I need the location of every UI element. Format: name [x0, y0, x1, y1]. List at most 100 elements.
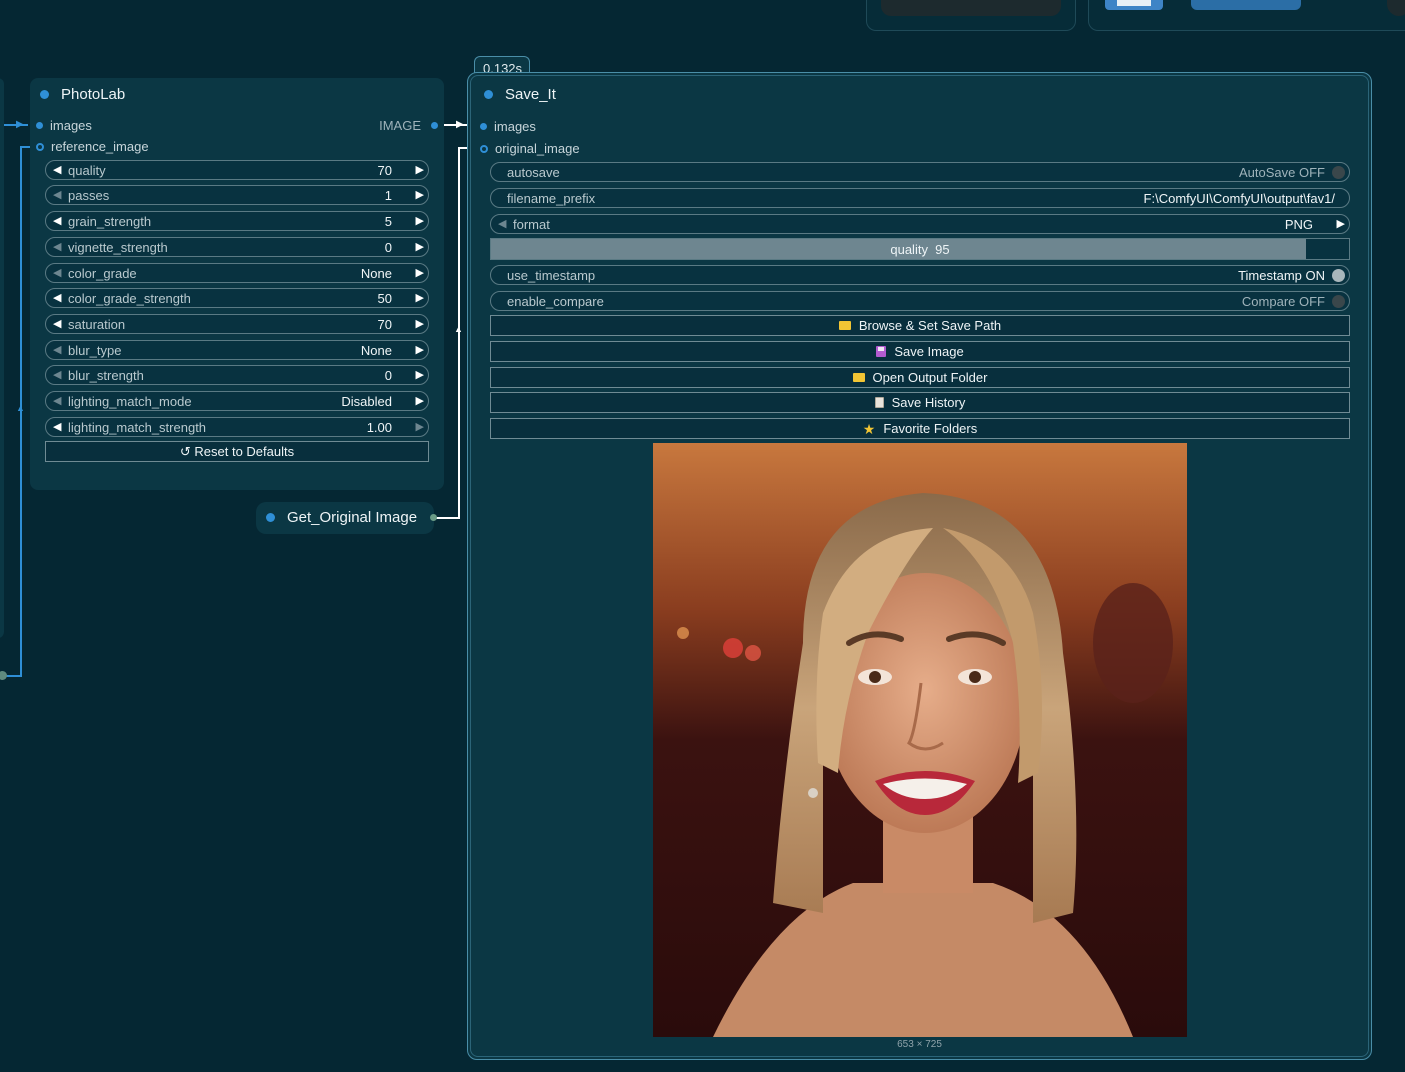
widget-color-grade[interactable]: ◀ color_grade None ▶: [45, 263, 429, 283]
slider-value: 95: [935, 242, 950, 257]
increment-icon[interactable]: ▶: [416, 291, 424, 304]
top-blue-button[interactable]: [1191, 0, 1301, 10]
node-status-dot: [40, 90, 49, 99]
button-label: Save Image: [894, 344, 964, 359]
increment-icon[interactable]: ▶: [416, 266, 424, 279]
button-label: Browse & Set Save Path: [858, 318, 1002, 333]
get-original-title[interactable]: Get_Original Image: [266, 509, 417, 526]
save-it-node[interactable]: Save_It images original_image autosave A…: [467, 72, 1372, 1060]
increment-icon[interactable]: ▶: [416, 343, 424, 356]
input-slot-original-image[interactable]: original_image: [480, 141, 580, 156]
input-slot-reference-image[interactable]: reference_image: [36, 139, 149, 154]
open-folder-icon: [852, 373, 865, 382]
widget-lighting-match-strength[interactable]: ◀ lighting_match_strength 1.00 ▶: [45, 417, 429, 437]
widget-label: format: [513, 217, 550, 232]
decrement-icon[interactable]: ◀: [53, 266, 61, 279]
increment-icon[interactable]: ▶: [1337, 217, 1345, 230]
image-preview[interactable]: [653, 443, 1187, 1037]
decrement-icon[interactable]: ◀: [53, 188, 61, 201]
increment-icon[interactable]: ▶: [416, 240, 424, 253]
toggle-on-knob[interactable]: [1332, 269, 1345, 282]
save-history-button[interactable]: Save History: [490, 392, 1350, 413]
decrement-icon[interactable]: ◀: [53, 317, 61, 330]
widget-lighting-match-mode[interactable]: ◀ lighting_match_mode Disabled ▶: [45, 391, 429, 411]
top-white-button[interactable]: [1105, 0, 1163, 10]
decrement-icon[interactable]: ◀: [53, 343, 61, 356]
widget-vignette-strength[interactable]: ◀ vignette_strength 0 ▶: [45, 237, 429, 257]
widget-value: None: [360, 266, 392, 281]
toggle-use-timestamp[interactable]: use_timestamp Timestamp ON: [490, 265, 1350, 285]
toggle-off-knob[interactable]: [1332, 295, 1345, 308]
widget-label: quality: [68, 163, 106, 178]
widget-label: blur_strength: [68, 368, 144, 383]
increment-icon[interactable]: ▶: [416, 368, 424, 381]
browse-save-path-button[interactable]: Browse & Set Save Path: [490, 315, 1350, 336]
decrement-icon[interactable]: ◀: [53, 291, 61, 304]
widget-blur-strength[interactable]: ◀ blur_strength 0 ▶: [45, 365, 429, 385]
slot-label: reference_image: [51, 139, 149, 154]
reset-defaults-button[interactable]: ↺ Reset to Defaults: [45, 441, 429, 462]
increment-icon[interactable]: ▶: [416, 317, 424, 330]
decrement-icon[interactable]: ◀: [53, 394, 61, 407]
output-slot-image[interactable]: IMAGE: [379, 118, 438, 133]
original-link-bottom: [434, 517, 460, 519]
widget-label: vignette_strength: [68, 240, 168, 255]
widget-color-grade-strength[interactable]: ◀ color_grade_strength 50 ▶: [45, 288, 429, 308]
decrement-icon[interactable]: ◀: [498, 217, 506, 230]
save-image-button[interactable]: Save Image: [490, 341, 1350, 362]
toggle-state: Compare OFF: [1241, 294, 1325, 309]
decrement-icon[interactable]: ◀: [53, 214, 61, 227]
widget-saturation[interactable]: ◀ saturation 70 ▶: [45, 314, 429, 334]
widget-blur-type[interactable]: ◀ blur_type None ▶: [45, 340, 429, 360]
widget-value: 1: [384, 188, 392, 203]
button-label: Open Output Folder: [872, 370, 988, 385]
link-endpoint: [0, 671, 7, 680]
slider-quality[interactable]: quality 95: [490, 238, 1350, 260]
widget-value: F:\ComfyUI\ComfyUI\output\fav1/: [1143, 191, 1335, 206]
increment-icon[interactable]: ▶: [416, 420, 424, 433]
widget-label: enable_compare: [507, 294, 604, 309]
widget-quality[interactable]: ◀ quality 70 ▶: [45, 160, 429, 180]
favorite-folders-button[interactable]: ★ Favorite Folders: [490, 418, 1350, 439]
widget-label: autosave: [507, 165, 560, 180]
increment-icon[interactable]: ▶: [416, 163, 424, 176]
widget-value: 0: [384, 368, 392, 383]
slot-label: original_image: [495, 141, 580, 156]
get-original-node[interactable]: Get_Original Image: [256, 502, 437, 534]
widget-value: Disabled: [341, 394, 392, 409]
toggle-autosave[interactable]: autosave AutoSave OFF: [490, 162, 1350, 182]
widget-passes[interactable]: ◀ passes 1 ▶: [45, 185, 429, 205]
widget-grain-strength[interactable]: ◀ grain_strength 5 ▶: [45, 211, 429, 231]
photolab-node[interactable]: PhotoLab images IMAGE reference_image ◀ …: [30, 78, 444, 490]
increment-icon[interactable]: ▶: [416, 188, 424, 201]
text-filename-prefix[interactable]: filename_prefix F:\ComfyUI\ComfyUI\outpu…: [490, 188, 1350, 208]
photolab-title[interactable]: PhotoLab: [40, 86, 125, 103]
node-status-dot: [266, 513, 275, 522]
top-dark-knob[interactable]: [1387, 0, 1405, 16]
widget-label: passes: [68, 188, 110, 203]
open-output-folder-button[interactable]: Open Output Folder: [490, 367, 1350, 388]
increment-icon[interactable]: ▶: [416, 214, 424, 227]
document-icon: [874, 397, 884, 408]
output-slot-dot[interactable]: [430, 514, 437, 521]
input-slot-images[interactable]: images: [36, 118, 92, 133]
offscreen-node-edge: [0, 78, 4, 638]
top-input-field[interactable]: [881, 0, 1061, 16]
node-title-text: Save_It: [505, 86, 556, 103]
decrement-icon[interactable]: ◀: [53, 163, 61, 176]
slider-text: quality 95: [491, 242, 1349, 257]
decrement-icon[interactable]: ◀: [53, 420, 61, 433]
combo-format[interactable]: ◀ format PNG ▶: [490, 214, 1350, 234]
slot-ring: [480, 144, 488, 153]
input-slot-images[interactable]: images: [480, 119, 536, 134]
image-size: 653 × 725: [897, 1039, 942, 1050]
widget-value: PNG: [1284, 217, 1313, 232]
decrement-icon[interactable]: ◀: [53, 368, 61, 381]
save-it-title[interactable]: Save_It: [484, 86, 556, 103]
toggle-enable-compare[interactable]: enable_compare Compare OFF: [490, 291, 1350, 311]
decrement-icon[interactable]: ◀: [53, 240, 61, 253]
toggle-off-knob[interactable]: [1332, 166, 1345, 179]
increment-icon[interactable]: ▶: [416, 394, 424, 407]
slot-label: images: [50, 118, 92, 133]
button-label: Favorite Folders: [883, 421, 978, 436]
